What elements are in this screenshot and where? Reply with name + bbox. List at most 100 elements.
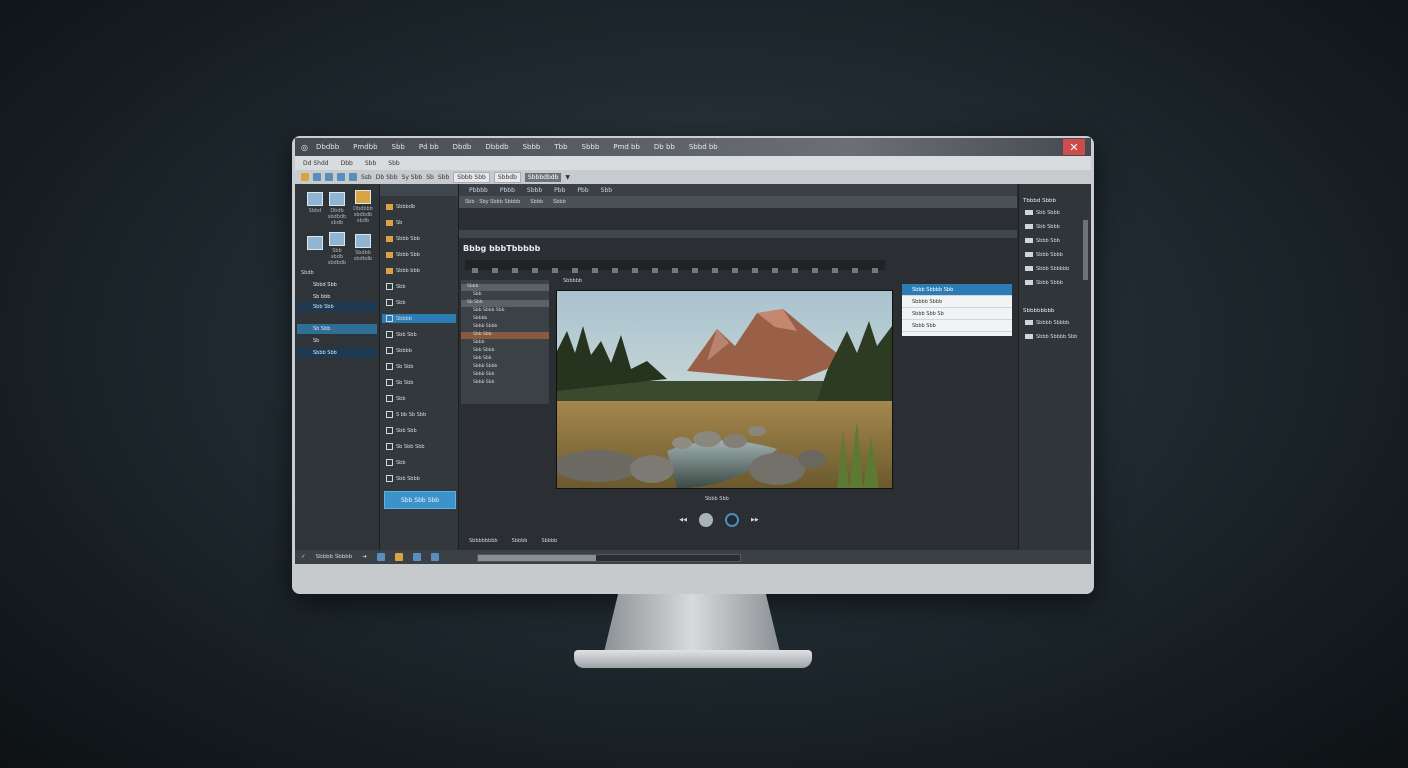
left-row[interactable]: Sbb Sbb xyxy=(297,302,377,312)
right-row[interactable]: Sbbb Sbbbbb xyxy=(1025,264,1089,273)
left-row[interactable]: Sbbb Sbb xyxy=(297,348,377,358)
right-row[interactable]: Sbbb Sbb xyxy=(1025,236,1089,245)
forward-icon[interactable]: ▶▶ xyxy=(751,517,759,523)
layer-row[interactable]: Sbbb xyxy=(473,340,547,347)
bottom-item[interactable]: Sbbbb xyxy=(541,538,557,544)
bottom-item[interactable]: Sbbbb xyxy=(512,538,528,544)
menu-item[interactable]: Db bb xyxy=(654,143,675,151)
right-row[interactable]: Sbbbb Sbbbb xyxy=(1025,318,1089,327)
toolbar-dropdown[interactable]: Sbbbdbdb xyxy=(524,172,562,182)
image-canvas[interactable] xyxy=(556,290,893,489)
tree-row[interactable]: Sb Sbb xyxy=(386,362,456,371)
panel-icon-6[interactable]: Sbdbb sbdbdb xyxy=(343,234,383,262)
monitor-icon[interactable] xyxy=(376,553,385,561)
save-icon[interactable] xyxy=(313,173,321,181)
panel-icon-3[interactable]: Dbdbbb sbdbdb sbdb xyxy=(343,190,383,224)
toolbar-item[interactable]: Ssb xyxy=(361,174,372,181)
menu-item[interactable]: Dbdb xyxy=(453,143,472,151)
menu-item[interactable]: Sbbd bb xyxy=(689,143,718,151)
layer-row[interactable]: Sbbb Sbb xyxy=(473,372,547,379)
layer-row[interactable]: Sbb xyxy=(473,292,547,299)
layer-row[interactable]: Sbb Sbbb xyxy=(473,348,547,355)
menubar-item[interactable]: Dbb xyxy=(341,160,353,167)
menubar-item[interactable]: Sbb xyxy=(388,160,399,167)
tab-0[interactable]: Pbbbb xyxy=(469,187,488,194)
toolbar-item[interactable]: Sy Sbb xyxy=(402,174,423,181)
copy-icon[interactable] xyxy=(325,173,333,181)
right-row[interactable]: Sbbb Sbbb xyxy=(1025,250,1089,259)
right-row[interactable]: Sbbb Sbbbb Sbb xyxy=(1025,332,1089,341)
menu-item[interactable]: Sbbb xyxy=(582,143,600,151)
property-row[interactable]: Sbbb Sbb Sb xyxy=(902,308,1012,320)
tree-row[interactable]: Sbb Sbb xyxy=(386,426,456,435)
layer-row[interactable]: Sb Sbb xyxy=(461,300,549,307)
layer-row[interactable]: Sbb Sbbb Sbb xyxy=(473,308,547,315)
tree-row[interactable]: Sbb Sbb xyxy=(386,330,456,339)
toolbar-item[interactable]: Db Sbb xyxy=(376,174,398,181)
tree-row[interactable]: Sbbb Sbb xyxy=(386,250,456,259)
left-row[interactable]: Sb bbb xyxy=(297,292,377,302)
rewind-icon[interactable]: ◀◀ xyxy=(679,517,687,523)
tab-2[interactable]: Sbbb xyxy=(527,187,542,194)
folder-icon[interactable] xyxy=(301,173,309,181)
menu-item[interactable]: Dbdbb xyxy=(316,143,339,151)
menu-item[interactable]: Pmdbb xyxy=(353,143,377,151)
tool-icon[interactable] xyxy=(349,173,357,181)
arrow-icon[interactable]: ➜ xyxy=(362,554,367,560)
tree-row[interactable]: Sbb xyxy=(386,458,456,467)
toolbar-item[interactable]: Sb xyxy=(426,174,434,181)
left-row-selected[interactable]: Sb Sbb xyxy=(297,324,377,334)
property-row[interactable]: Sbbb Sbb xyxy=(902,320,1012,332)
tree-row[interactable]: Sb Sbb xyxy=(386,378,456,387)
menu-item[interactable]: Pmd bb xyxy=(613,143,640,151)
play-button[interactable] xyxy=(699,513,713,527)
toolbar-item[interactable]: Sbb xyxy=(438,174,449,181)
menu-item[interactable]: Tbb xyxy=(554,143,567,151)
layer-row[interactable]: Sbb Sbb xyxy=(461,332,549,339)
layer-row[interactable]: Sbbb Sbb xyxy=(473,380,547,387)
layer-row[interactable]: Sbb Sbb xyxy=(473,356,547,363)
chevron-down-icon[interactable]: ▼ xyxy=(565,174,570,181)
layer-row[interactable]: Sbbb Sbbb xyxy=(473,324,547,331)
tab-3[interactable]: Pbb xyxy=(554,187,565,194)
right-row[interactable]: Sbbb Sbbb xyxy=(1025,278,1089,287)
subbar-item[interactable]: Sbbb xyxy=(530,199,543,205)
tree-row[interactable]: Sbb Sbbb xyxy=(386,474,456,483)
tree-row[interactable]: Sbb xyxy=(386,394,456,403)
tree-row[interactable]: Sbbbb xyxy=(386,346,456,355)
toolbar-field-2[interactable]: Sbbdb xyxy=(493,171,521,183)
menubar-item[interactable]: Sbb xyxy=(365,160,376,167)
bottom-item[interactable]: Sbbbbbbbb xyxy=(469,538,498,544)
tree-row[interactable]: Sbbbdb xyxy=(386,202,456,211)
layer-row[interactable]: Sbbb xyxy=(461,284,549,291)
left-row[interactable]: Sb xyxy=(297,336,377,346)
tree-row[interactable]: Sbbb bbb xyxy=(386,266,456,275)
tag-icon[interactable] xyxy=(412,553,421,561)
menu-item[interactable]: Sbbb xyxy=(523,143,541,151)
menu-item[interactable]: Sbb xyxy=(392,143,405,151)
property-row[interactable]: Sbbbb Sbbb xyxy=(902,296,1012,308)
subbar-item[interactable]: Sbbb xyxy=(553,199,566,205)
tree-row[interactable]: Sbbbb xyxy=(382,314,456,323)
layer-row[interactable]: Sbbbb xyxy=(473,316,547,323)
right-row[interactable]: Sbb Sbbb xyxy=(1025,208,1089,217)
tree-action-button[interactable]: Sbb Sbb Sbb xyxy=(384,491,456,509)
tree-row[interactable]: Sbb xyxy=(386,282,456,291)
right-row[interactable]: Sbb Sbbb xyxy=(1025,222,1089,231)
tree-row[interactable]: Sbb xyxy=(386,298,456,307)
tree-row[interactable]: Sb Sbb Sbb xyxy=(386,442,456,451)
tab-4[interactable]: Pbb xyxy=(577,187,588,194)
layer-row[interactable]: Sbbb Sbbb xyxy=(473,364,547,371)
toolbar-field[interactable]: Sbbb Sbb xyxy=(453,171,490,183)
menu-item[interactable]: Dbbdb xyxy=(485,143,508,151)
folder-icon[interactable] xyxy=(394,553,403,561)
tab-1[interactable]: Pbbb xyxy=(500,187,515,194)
tree-row[interactable]: S bb Sb Sbb xyxy=(386,410,456,419)
subbar-item[interactable]: Sbb · Sby Sbbb Sbbbb xyxy=(465,199,520,205)
property-row[interactable]: Sbbb Sbbbb Sbb xyxy=(902,284,1012,296)
menubar-item[interactable]: Dd Shdd xyxy=(303,160,329,167)
menu-item[interactable]: Pd bb xyxy=(419,143,439,151)
document-icon[interactable] xyxy=(430,553,439,561)
paste-icon[interactable] xyxy=(337,173,345,181)
tree-row[interactable]: Sb xyxy=(386,218,456,227)
